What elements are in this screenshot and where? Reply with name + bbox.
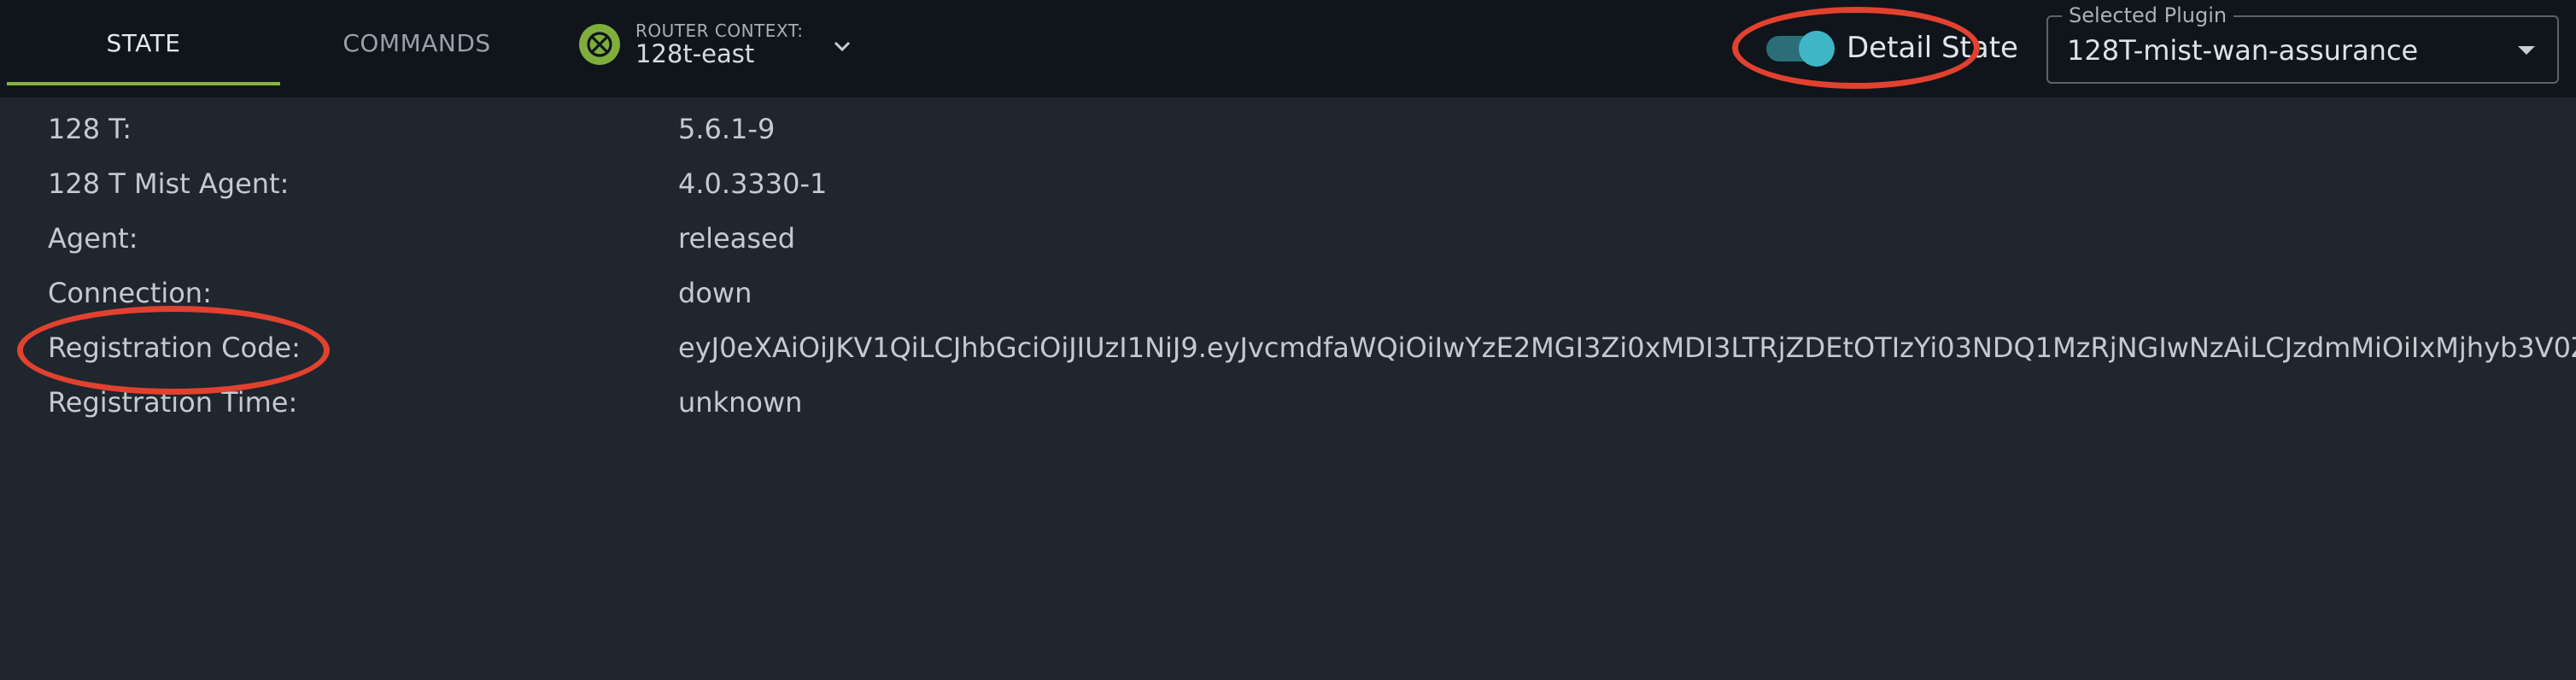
caret-down-icon xyxy=(2518,46,2535,55)
state-value[interactable]: eyJ0eXAiOiJKV1QiLCJhbGciOiJIUzI1NiJ9.eyJ… xyxy=(678,331,2576,364)
router-context-icon xyxy=(579,24,620,65)
state-row-agent: Agent: released xyxy=(0,214,2576,268)
detail-state-toggle[interactable]: Detail State xyxy=(1765,29,2018,70)
active-tab-indicator xyxy=(7,82,280,85)
state-label: 128 T: xyxy=(48,113,132,145)
tab-commands-label: COMMANDS xyxy=(342,28,491,57)
selected-plugin-value: 128T-mist-wan-assurance xyxy=(2067,34,2419,67)
state-value: 5.6.1-9 xyxy=(678,113,776,145)
state-list: 128 T: 5.6.1-9 128 T Mist Agent: 4.0.333… xyxy=(0,104,2576,446)
selected-plugin-legend: Selected Plugin xyxy=(2062,3,2234,27)
detail-state-label: Detail State xyxy=(1847,31,2018,65)
state-value: released xyxy=(678,222,795,255)
state-row-registration-time: Registration Time: unknown xyxy=(0,378,2576,432)
state-row-mist-agent: 128 T Mist Agent: 4.0.3330-1 xyxy=(0,159,2576,214)
state-value: down xyxy=(678,277,752,309)
state-label: Connection: xyxy=(48,277,212,309)
state-row-registration-code: Registration Code: eyJ0eXAiOiJKV1QiLCJhb… xyxy=(0,323,2576,378)
top-bar: STATE COMMANDS ROUTER CONTEXT: 128t-east… xyxy=(0,0,2576,97)
state-value: unknown xyxy=(678,386,803,419)
state-row-128t: 128 T: 5.6.1-9 xyxy=(0,104,2576,159)
state-value: 4.0.3330-1 xyxy=(678,167,828,200)
toggle-knob xyxy=(1799,31,1835,67)
state-label: Registration Time: xyxy=(48,386,298,419)
state-label: Agent: xyxy=(48,222,138,255)
tab-state-label: STATE xyxy=(106,28,181,57)
tab-state[interactable]: STATE xyxy=(7,0,280,85)
chevron-down-icon[interactable] xyxy=(828,32,856,60)
selected-plugin-dropdown[interactable]: Selected Plugin 128T-mist-wan-assurance xyxy=(2046,3,2559,84)
router-context-selector[interactable]: ROUTER CONTEXT: 128t-east xyxy=(577,21,859,72)
router-context-value: 128t-east xyxy=(635,39,755,68)
state-label: Registration Code: xyxy=(48,331,301,364)
state-label: 128 T Mist Agent: xyxy=(48,167,290,200)
state-row-connection: Connection: down xyxy=(0,268,2576,323)
router-context-label: ROUTER CONTEXT: xyxy=(635,21,804,41)
tab-commands[interactable]: COMMANDS xyxy=(282,0,552,85)
